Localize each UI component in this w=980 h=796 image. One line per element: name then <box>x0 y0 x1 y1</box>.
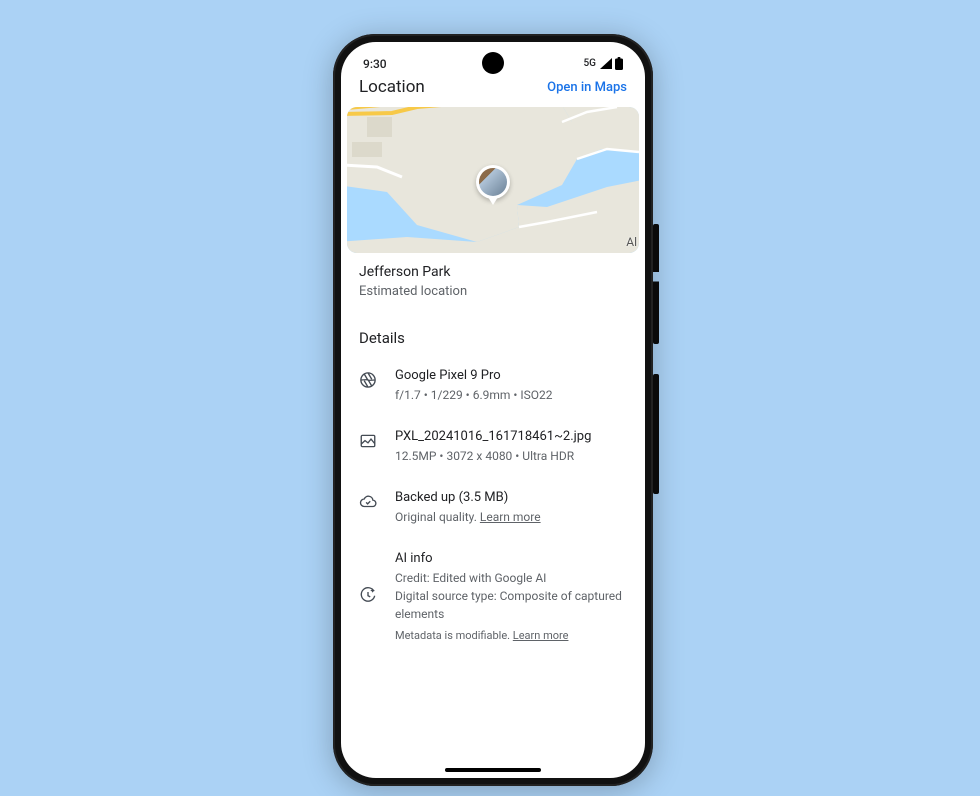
backup-quality: Original quality. <box>395 510 477 524</box>
page-title: Location <box>359 77 425 97</box>
map-preview[interactable]: Al <box>347 107 639 253</box>
detail-backup: Backed up (3.5 MB) Original quality. Lea… <box>341 477 645 538</box>
aperture-icon <box>359 371 377 389</box>
pin-thumbnail-icon <box>479 168 507 196</box>
location-subtext: Estimated location <box>359 283 627 301</box>
network-label: 5G <box>584 58 597 69</box>
detail-ai: AI info Credit: Edited with Google AI Di… <box>341 538 645 654</box>
status-time: 9:30 <box>363 57 387 71</box>
location-name: Jefferson Park <box>359 262 627 283</box>
ai-credit: Credit: Edited with Google AI <box>395 569 627 587</box>
image-icon <box>359 432 377 450</box>
location-block: Jefferson Park Estimated location <box>341 260 645 301</box>
home-indicator[interactable] <box>445 768 541 772</box>
file-name: PXL_20241016_161718461~2.jpg <box>395 428 627 447</box>
backup-learn-more-link[interactable]: Learn more <box>480 510 541 524</box>
header: Location Open in Maps <box>341 74 645 103</box>
details-title: Details <box>341 301 645 355</box>
file-specs: 12.5MP • 3072 x 4080 • Ultra HDR <box>395 447 627 465</box>
ai-source-type: Digital source type: Composite of captur… <box>395 587 627 623</box>
ai-info-icon <box>359 586 377 604</box>
ai-title: AI info <box>395 550 627 569</box>
screen: 9:30 5G Location Open in Maps <box>341 42 645 778</box>
ai-metadata-note: Metadata is modifiable. <box>395 629 510 642</box>
camera-device: Google Pixel 9 Pro <box>395 367 627 386</box>
detail-file: PXL_20241016_161718461~2.jpg 12.5MP • 30… <box>341 416 645 477</box>
status-indicators: 5G <box>584 57 624 70</box>
camera-specs: f/1.7 • 1/229 • 6.9mm • ISO22 <box>395 386 627 404</box>
ai-learn-more-link[interactable]: Learn more <box>513 629 569 642</box>
front-camera-cutout <box>482 52 504 74</box>
open-in-maps-link[interactable]: Open in Maps <box>547 80 627 95</box>
map-corner-label: Al <box>626 235 637 249</box>
phone-frame: 9:30 5G Location Open in Maps <box>333 34 653 786</box>
signal-icon <box>599 58 612 69</box>
cloud-done-icon <box>359 493 377 511</box>
backup-status: Backed up (3.5 MB) <box>395 489 627 508</box>
battery-icon <box>615 57 623 70</box>
map-pin[interactable] <box>476 165 510 199</box>
detail-camera: Google Pixel 9 Pro f/1.7 • 1/229 • 6.9mm… <box>341 355 645 416</box>
